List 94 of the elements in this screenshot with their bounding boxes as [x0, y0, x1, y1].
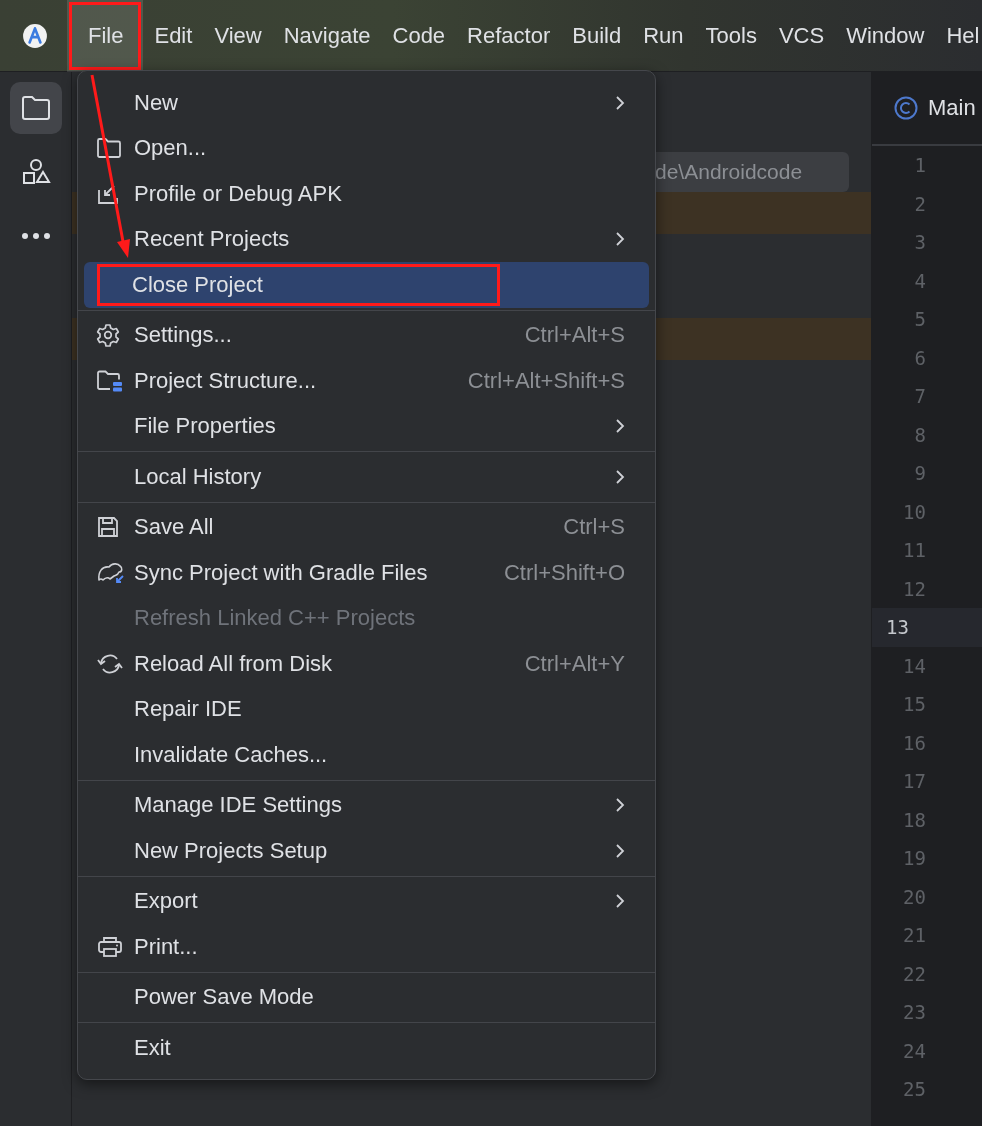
menu-bar-item[interactable]: Build — [561, 0, 633, 72]
menu-bar-item[interactable]: View — [203, 0, 273, 72]
menu-item-label: Settings... — [134, 322, 233, 349]
line-number: 23 — [902, 1000, 926, 1025]
line-number: 6 — [913, 345, 926, 371]
menu-item-label: File Properties — [134, 413, 277, 440]
line-number: 2 — [913, 191, 926, 217]
line-number: 15 — [902, 692, 926, 717]
line-number: 4 — [913, 268, 926, 294]
line-number: 17 — [902, 769, 926, 794]
menu-item-label: Sync Project with Gradle Files — [134, 559, 429, 586]
menu-item[interactable]: Local History — [84, 454, 649, 500]
folder-structure-icon — [96, 368, 124, 393]
menu-item[interactable]: New — [84, 80, 649, 126]
menu-item-label: Profile or Debug APK — [134, 180, 343, 207]
shapes-icon — [20, 157, 51, 187]
line-number: 13 — [872, 608, 982, 647]
menu-item-label: Recent Projects — [134, 226, 291, 253]
menu-item-label: New Projects Setup — [134, 837, 329, 864]
menu-bar-item[interactable]: Tools — [694, 0, 768, 72]
project-button[interactable] — [9, 82, 62, 134]
line-number: 3 — [913, 230, 926, 255]
folder-icon — [20, 95, 51, 121]
menu-item[interactable]: Invalidate Caches... — [84, 732, 649, 778]
shortcut-label: Ctrl+S — [563, 514, 625, 541]
menu-item[interactable]: Exit — [84, 1025, 649, 1071]
menu-item[interactable]: Close Project — [84, 262, 649, 308]
line-number: 22 — [902, 961, 926, 987]
menu-item[interactable]: Print... — [84, 924, 649, 970]
line-number: 24 — [902, 1038, 926, 1064]
tab-label: Main — [928, 95, 976, 121]
shortcut-label: Ctrl+Shift+O — [503, 559, 625, 586]
menu-item-label: Refresh Linked C++ Projects — [134, 605, 417, 632]
line-number: 20 — [902, 884, 926, 910]
line-number: 21 — [902, 923, 926, 948]
line-number: 11 — [902, 538, 926, 563]
menu-item-label: Power Save Mode — [134, 984, 315, 1011]
more-icon — [20, 232, 51, 240]
menu-item[interactable]: New Projects Setup — [84, 828, 649, 874]
menu-item-label: Reload All from Disk — [134, 650, 334, 677]
menu-item[interactable]: Project Structure... Ctrl+Alt+Shift+S — [84, 358, 649, 404]
save-icon — [96, 515, 120, 540]
print-icon — [96, 934, 124, 959]
menu-item-label: Manage IDE Settings — [134, 792, 343, 819]
menu-bar-item[interactable]: Window — [835, 0, 936, 72]
line-number: 19 — [902, 846, 926, 871]
editor-tab[interactable]: Main — [894, 95, 976, 121]
line-number: 10 — [902, 499, 926, 525]
line-number: 25 — [902, 1077, 926, 1102]
menu-item-label: Print... — [134, 933, 199, 960]
menu-bar-item[interactable]: Hel — [935, 0, 982, 72]
menu-bar-item[interactable]: Edit — [143, 0, 204, 72]
line-number: 18 — [902, 807, 926, 833]
menu-item-label: Open... — [134, 135, 208, 162]
app-logo-icon[interactable] — [22, 22, 48, 49]
menu-item[interactable]: Recent Projects — [84, 216, 649, 262]
menu-item[interactable]: File Properties — [84, 403, 649, 449]
menu-bar-item[interactable]: Code — [381, 0, 457, 72]
menu-bar-item[interactable]: Run — [632, 0, 695, 72]
menu-item-label: Invalidate Caches... — [134, 741, 329, 768]
line-number: 9 — [913, 461, 926, 486]
folder-icon — [96, 137, 122, 160]
menu-item[interactable]: Sync Project with Gradle Files Ctrl+Shift+O — [84, 550, 649, 596]
menu-item-label: New — [134, 89, 179, 116]
menu-bar-item[interactable]: Refactor — [456, 0, 562, 72]
menu-bar-item[interactable]: VCS — [767, 0, 836, 72]
menu-item-label: Project Structure... — [134, 367, 318, 394]
line-number: 5 — [913, 307, 926, 332]
line-number: 16 — [902, 730, 926, 756]
line-number: 8 — [913, 422, 926, 448]
menu-item[interactable]: Settings... Ctrl+Alt+S — [84, 312, 649, 358]
menu-item[interactable]: Power Save Mode — [84, 974, 649, 1020]
menu-item-label: Save All — [134, 514, 215, 541]
menu-item[interactable]: Reload All from Disk Ctrl+Alt+Y — [84, 641, 649, 687]
line-number: 1 — [913, 153, 926, 178]
class-icon — [894, 96, 918, 120]
menu-item-label: Close Project — [100, 266, 497, 303]
settings-icon — [96, 323, 120, 348]
menu-bar-item[interactable]: Navigate — [272, 0, 382, 72]
menu-bar-item[interactable]: File — [67, 0, 144, 72]
shortcut-label: Ctrl+Alt+Shift+S — [467, 367, 625, 394]
shortcut-label: Ctrl+Alt+S — [524, 322, 625, 349]
menu-item-label: Export — [134, 888, 199, 915]
menu-item[interactable]: Save All Ctrl+S — [84, 504, 649, 550]
menu-item-label: Repair IDE — [134, 696, 243, 723]
menu-item[interactable]: Repair IDE — [84, 686, 649, 732]
menu-item-label: Exit — [134, 1034, 172, 1061]
line-number: 7 — [913, 384, 926, 409]
shortcut-label: Ctrl+Alt+Y — [524, 650, 625, 677]
menu-item[interactable]: Export — [84, 878, 649, 924]
menu-item[interactable]: Manage IDE Settings — [84, 782, 649, 828]
line-number: 12 — [902, 576, 926, 602]
line-number: 14 — [902, 653, 926, 679]
menu-item-label: Local History — [134, 463, 263, 490]
